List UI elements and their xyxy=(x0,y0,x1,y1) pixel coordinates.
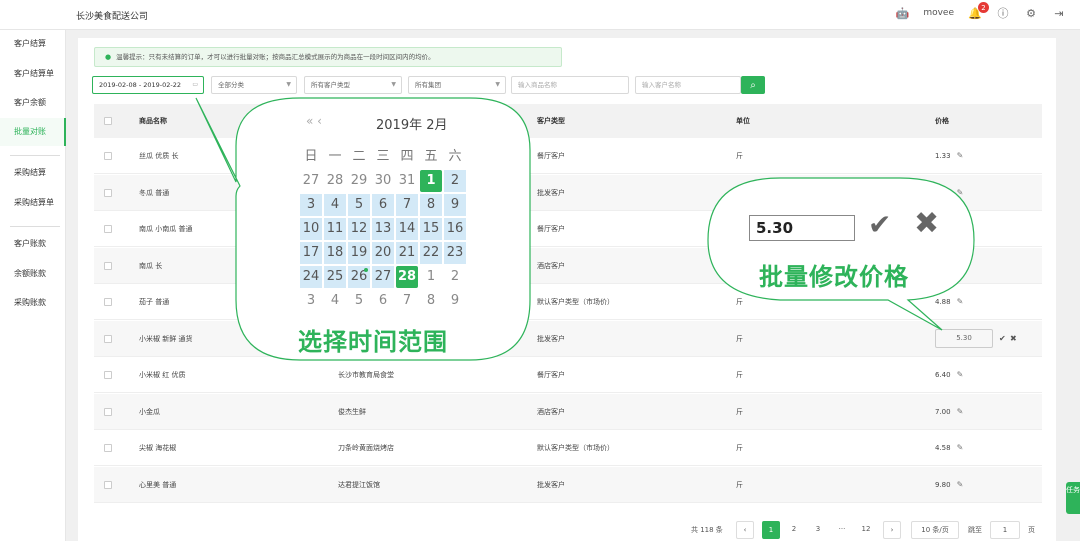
calendar-weekday: 二 xyxy=(352,149,366,164)
calendar-day[interactable]: 25 xyxy=(324,266,346,288)
calendar-day[interactable]: 23 xyxy=(444,242,466,264)
calendar-day[interactable]: 12 xyxy=(348,218,370,240)
calendar-weekday: 四 xyxy=(400,149,414,164)
calendar-day[interactable]: 4 xyxy=(324,290,346,312)
price-edit-input[interactable]: 5.30 xyxy=(749,215,855,241)
calendar-day[interactable]: 7 xyxy=(396,194,418,216)
calendar-day[interactable]: 11 xyxy=(324,218,346,240)
calendar-day[interactable]: 3 xyxy=(300,290,322,312)
calendar-day[interactable]: 2 xyxy=(444,266,466,288)
calendar-weekday: 五 xyxy=(424,149,438,164)
calendar-day[interactable]: 1 xyxy=(420,266,442,288)
calendar-weekday: 三 xyxy=(376,149,390,164)
calendar-day[interactable]: 20 xyxy=(372,242,394,264)
price-callout-bubble xyxy=(707,177,975,331)
calendar-popup: « ‹ 2019年 2月 日一二三四五六 27 28 29 30 31 1 2 3 4 5 6 7 8 9 1… xyxy=(300,108,476,308)
calendar-day[interactable]: 9 xyxy=(444,290,466,312)
calendar-day[interactable]: 27 xyxy=(372,266,394,288)
calendar-day[interactable]: 14 xyxy=(396,218,418,240)
calendar-day[interactable]: 29 xyxy=(348,170,370,192)
calendar-day[interactable]: 5 xyxy=(348,290,370,312)
calendar-weekday: 日 xyxy=(304,149,318,164)
calendar-day[interactable]: 5 xyxy=(348,194,370,216)
callout-shapes xyxy=(195,97,975,361)
calendar-prev-nav[interactable]: « ‹ xyxy=(306,114,322,128)
calendar-weekday: 一 xyxy=(328,149,342,164)
calendar-day[interactable]: 8 xyxy=(420,290,442,312)
calendar-day[interactable]: 28 xyxy=(324,170,346,192)
calendar-day[interactable]: 17 xyxy=(300,242,322,264)
calendar-day[interactable]: 16 xyxy=(444,218,466,240)
today-dot xyxy=(364,268,368,272)
calendar-day[interactable]: 15 xyxy=(420,218,442,240)
calendar-day[interactable]: 24 xyxy=(300,266,322,288)
calendar-title: 2019年 2月 xyxy=(376,118,448,133)
calendar-day[interactable]: 31 xyxy=(396,170,418,192)
calendar-day[interactable]: 18 xyxy=(324,242,346,264)
calendar-day[interactable]: 27 xyxy=(300,170,322,192)
confirm-icon[interactable]: ✔ xyxy=(868,208,891,241)
calendar-day[interactable]: 9 xyxy=(444,194,466,216)
calendar-day[interactable]: 21 xyxy=(396,242,418,264)
calendar-callout-label: 选择时间范围 xyxy=(298,328,448,356)
calendar-day[interactable]: 28 xyxy=(396,266,418,288)
calendar-day[interactable]: 3 xyxy=(300,194,322,216)
calendar-header: « ‹ 2019年 2月 xyxy=(300,108,476,136)
calendar-day[interactable]: 13 xyxy=(372,218,394,240)
calendar-day[interactable]: 22 xyxy=(420,242,442,264)
price-callout-label: 批量修改价格 xyxy=(759,263,909,291)
calendar-day[interactable]: 6 xyxy=(372,290,394,312)
calendar-day[interactable]: 30 xyxy=(372,170,394,192)
calendar-day[interactable]: 2 xyxy=(444,170,466,192)
calendar-day[interactable]: 8 xyxy=(420,194,442,216)
cancel-icon[interactable]: ✖ xyxy=(914,206,939,241)
calendar-day[interactable]: 7 xyxy=(396,290,418,312)
calendar-day[interactable]: 6 xyxy=(372,194,394,216)
calendar-day[interactable]: 1 xyxy=(420,170,442,192)
calendar-day[interactable]: 4 xyxy=(324,194,346,216)
calendar-day[interactable]: 19 xyxy=(348,242,370,264)
calendar-day[interactable]: 10 xyxy=(300,218,322,240)
calendar-weekday: 六 xyxy=(448,149,462,164)
